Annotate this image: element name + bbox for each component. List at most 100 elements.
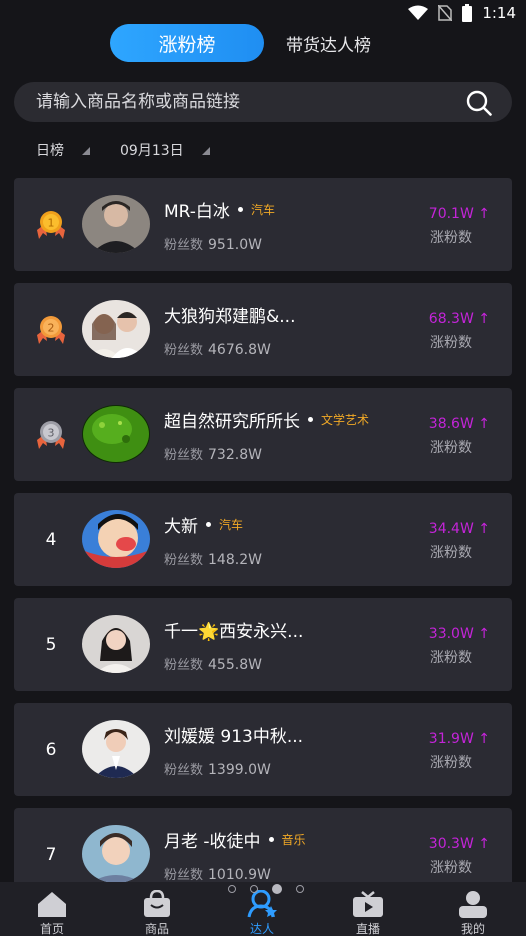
fans-value: 4676.8W xyxy=(208,342,271,358)
fans-count: 粉丝数 148.2W xyxy=(164,549,262,568)
fans-count: 粉丝数 732.8W xyxy=(164,444,262,463)
medal-gold-icon: 1 xyxy=(37,211,65,239)
talent-name: 超自然研究所所长 xyxy=(164,412,300,432)
talent-name: 大狼狗郑建鹏&... xyxy=(164,307,296,327)
battery-icon xyxy=(462,4,473,22)
fans-label: 粉丝数 xyxy=(164,868,204,883)
fans-count: 粉丝数 1399.0W xyxy=(164,759,271,778)
list-item[interactable]: 4 大新 汽车 粉丝数 148.2W 34.4W ↑ 涨粉数 xyxy=(14,493,512,586)
name-row: 刘媛媛 913中秋... xyxy=(164,722,303,747)
tab-sales-talent[interactable]: 带货达人榜 xyxy=(286,24,371,62)
period-filter[interactable]: 日榜 xyxy=(36,140,90,160)
avatar xyxy=(82,300,150,358)
page-dot-active[interactable] xyxy=(272,884,282,894)
tv-icon xyxy=(353,891,383,917)
no-sim-icon xyxy=(438,5,453,21)
avatar xyxy=(82,615,150,673)
nav-live[interactable]: 直播 xyxy=(328,890,408,936)
medal-silver-icon: 2 xyxy=(37,316,65,344)
list-item[interactable]: 3 超自然研究所所长 文学艺术 粉丝数 732.8W 38.6W ↑ 涨粉数 xyxy=(14,388,512,481)
nav-goods-label: 商品 xyxy=(144,922,169,936)
avatar xyxy=(82,720,150,778)
search-placeholder: 请输入商品名称或商品链接 xyxy=(36,92,240,112)
rank-badge: 2 xyxy=(32,311,70,349)
fans-label: 粉丝数 xyxy=(164,238,204,253)
talent-icon xyxy=(247,890,277,918)
period-filter-label: 日榜 xyxy=(36,143,64,159)
rank-number: 4 xyxy=(45,530,57,550)
home-icon xyxy=(38,892,66,917)
separator-dot xyxy=(206,522,211,527)
search-input[interactable]: 请输入商品名称或商品链接 xyxy=(14,82,512,122)
growth-label: 涨粉数 xyxy=(430,335,472,351)
fans-label: 粉丝数 xyxy=(164,343,204,358)
growth-value: 30.3W ↑ xyxy=(428,836,490,852)
growth-label: 涨粉数 xyxy=(430,440,472,456)
rank-number: 7 xyxy=(45,845,57,865)
growth-label: 涨粉数 xyxy=(430,755,472,771)
nav-goods[interactable]: 商品 xyxy=(117,890,197,936)
fans-count: 粉丝数 1010.9W xyxy=(164,864,271,883)
fans-label: 粉丝数 xyxy=(164,553,204,568)
name-row: 大狼狗郑建鹏&... xyxy=(164,302,295,327)
name-row: 月老 -收徒中 音乐 xyxy=(164,827,306,852)
page-dot[interactable] xyxy=(228,885,236,893)
tab-fans-growth[interactable]: 涨粉榜 xyxy=(110,24,264,62)
growth-label: 涨粉数 xyxy=(430,230,472,246)
triangle-icon xyxy=(201,147,210,155)
list-item[interactable]: 6 刘媛媛 913中秋... 粉丝数 1399.0W 31.9W ↑ 涨粉数 xyxy=(14,703,512,796)
rank-badge: 1 xyxy=(32,206,70,244)
search-icon[interactable] xyxy=(466,90,492,116)
page-dot[interactable] xyxy=(296,885,304,893)
avatar xyxy=(82,510,150,568)
name-row: 超自然研究所所长 文学艺术 xyxy=(164,407,369,432)
category-tag: 音乐 xyxy=(281,833,306,847)
list-item[interactable]: 1 MR-白冰 汽车 粉丝数 951.0W 70.1W ↑ 涨粉数 xyxy=(14,178,512,271)
talent-name: 千一🌟西安永兴... xyxy=(164,622,304,642)
rank-number: 6 xyxy=(45,740,57,760)
fans-value: 1010.9W xyxy=(208,867,271,883)
nav-home[interactable]: 首页 xyxy=(12,890,92,936)
growth-label: 涨粉数 xyxy=(430,860,472,876)
talent-name: MR-白冰 xyxy=(164,202,230,222)
page-dot[interactable] xyxy=(250,885,258,893)
avatar xyxy=(82,825,150,883)
name-row: MR-白冰 汽车 xyxy=(164,197,275,222)
fans-label: 粉丝数 xyxy=(164,658,204,673)
growth-value: 68.3W ↑ xyxy=(428,311,490,327)
nav-talent[interactable]: 达人 xyxy=(222,890,302,936)
svg-text:1: 1 xyxy=(48,217,55,230)
talent-name: 刘媛媛 913中秋... xyxy=(164,727,304,747)
date-filter[interactable]: 09月13日 xyxy=(120,140,210,160)
fans-value: 1399.0W xyxy=(208,762,271,778)
list-item[interactable]: 5 千一🌟西安永兴... 粉丝数 455.8W 33.0W ↑ 涨粉数 xyxy=(14,598,512,691)
fans-count: 粉丝数 951.0W xyxy=(164,234,262,253)
list-item[interactable]: 2 大狼狗郑建鹏&... 粉丝数 4676.8W 68.3W ↑ 涨粉数 xyxy=(14,283,512,376)
svg-text:3: 3 xyxy=(48,427,55,440)
category-tag: 文学艺术 xyxy=(321,413,370,427)
medal-bronze-icon: 3 xyxy=(37,421,65,449)
svg-text:2: 2 xyxy=(48,322,55,335)
separator-dot xyxy=(308,417,313,422)
fans-value: 455.8W xyxy=(208,657,262,673)
ranking-tabs: 涨粉榜 带货达人榜 xyxy=(0,24,526,62)
filter-bar: 日榜 09月13日 xyxy=(36,138,210,162)
growth-value: 38.6W ↑ xyxy=(428,416,490,432)
growth-value: 31.9W ↑ xyxy=(428,731,490,747)
fans-label: 粉丝数 xyxy=(164,448,204,463)
user-icon xyxy=(459,891,487,918)
category-tag: 汽车 xyxy=(219,518,244,532)
rank-number: 5 xyxy=(45,635,57,655)
talent-name: 月老 -收徒中 xyxy=(164,832,261,852)
fans-label: 粉丝数 xyxy=(164,763,204,778)
nav-home-label: 首页 xyxy=(39,922,64,936)
avatar xyxy=(82,405,150,463)
nav-mine[interactable]: 我的 xyxy=(433,890,513,936)
fans-value: 148.2W xyxy=(208,552,262,568)
date-filter-label: 09月13日 xyxy=(120,143,184,159)
name-row: 大新 汽车 xyxy=(164,512,243,537)
growth-value: 34.4W ↑ xyxy=(428,521,490,537)
name-row: 千一🌟西安永兴... xyxy=(164,617,303,642)
rank-badge: 3 xyxy=(32,416,70,454)
page-indicator xyxy=(228,884,304,894)
